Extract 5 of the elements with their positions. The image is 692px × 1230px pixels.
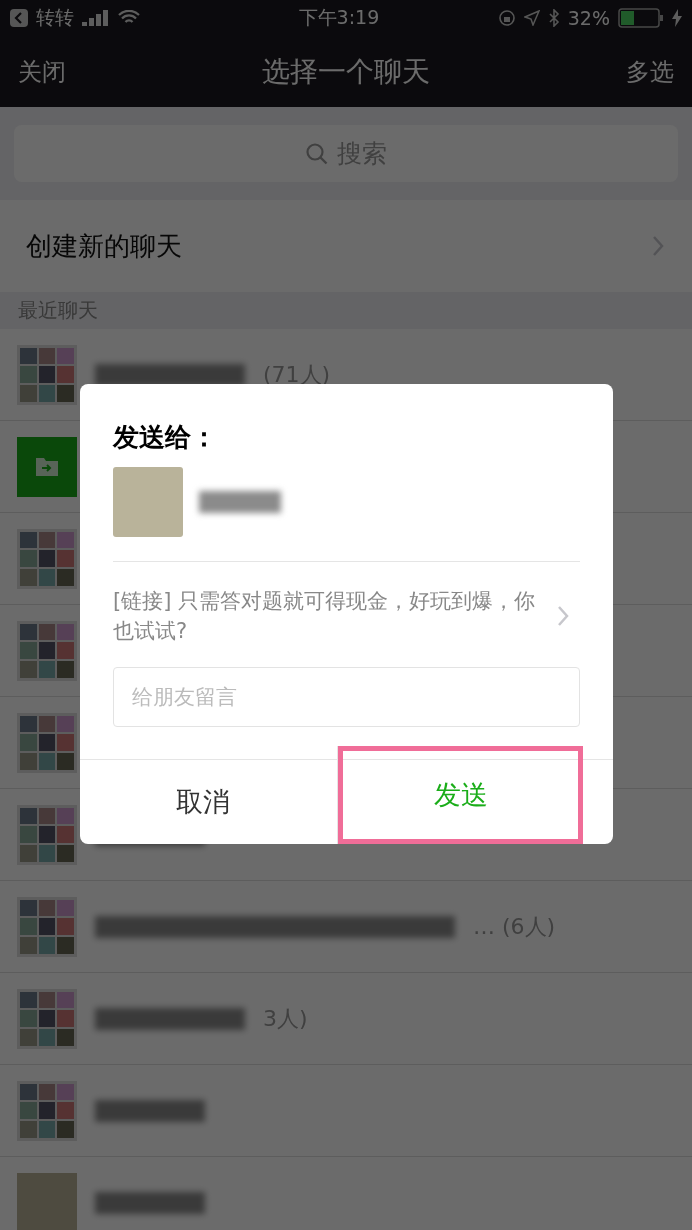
- page-title: 选择一个聊天: [262, 53, 430, 90]
- dialog-title: 发送给：: [113, 421, 218, 454]
- link-message: [链接] 只需答对题就可得现金，好玩到爆，你也试试?: [113, 588, 537, 646]
- battery-percent: 32%: [567, 7, 610, 29]
- status-time: 下午3:19: [297, 5, 381, 30]
